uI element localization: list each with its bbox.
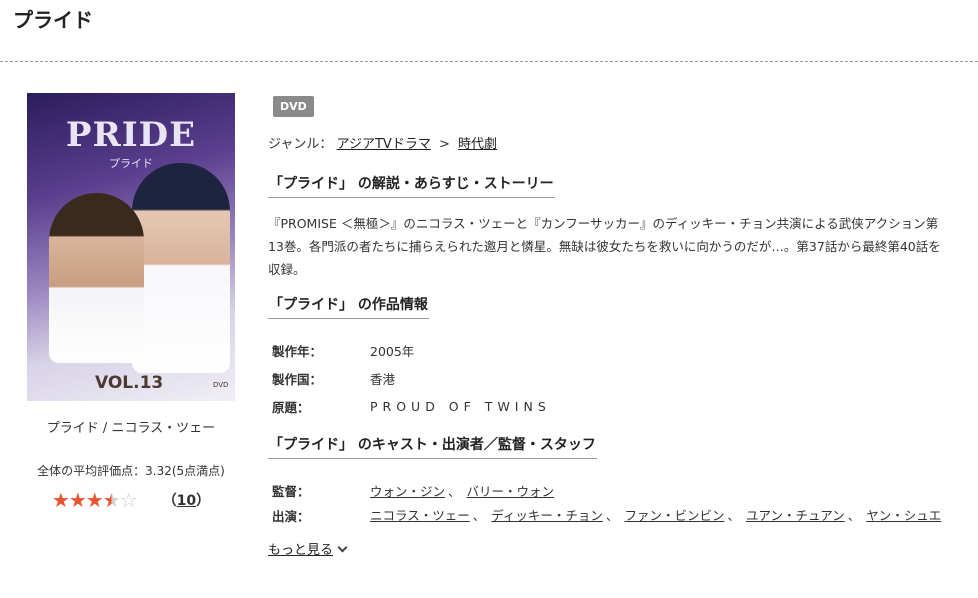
description-text: 『PROMISE ＜無極＞』のニコラス・ツェーと『カンフーサッカー』のディッキー… <box>268 216 941 277</box>
list-separator: 、 <box>847 508 861 523</box>
section-heading-cast: 「プライド」 のキャスト・出演者／監督・スタッフ <box>268 434 597 459</box>
director-link[interactable]: バリー・ウォン <box>467 484 555 499</box>
cast-label: 出演： <box>272 508 310 524</box>
page-title: プライド <box>13 8 93 32</box>
staff-table: 監督： ウォン・ジン、バリー・ウォン 出演： ニコラス・ツェー、ディッキー・チョ… <box>268 477 958 527</box>
list-separator: 、 <box>605 508 619 523</box>
info-original-label: 原題： <box>272 399 310 415</box>
genre-link-period-drama[interactable]: 時代劇 <box>458 137 497 152</box>
star-half-icon: ★ <box>102 488 121 512</box>
info-table: 製作年： 2005年 製作国： 香港 原題： PROUD OF TWINS <box>268 336 551 420</box>
cover-dvd-mark: DVD <box>213 381 229 389</box>
cast-link[interactable]: ユアン・チュアン <box>746 508 845 523</box>
review-count[interactable]: （10） <box>163 490 210 510</box>
cover-figure-left <box>49 193 144 363</box>
header-divider <box>0 61 978 62</box>
director-list: ウォン・ジン、バリー・ウォン <box>370 477 958 503</box>
product-sidebar: PRIDE プライド VOL.13 DVD プライド / ニコラス・ツェー 全体… <box>27 93 235 512</box>
rating-row: ★★★★☆ （10） <box>27 488 235 512</box>
genre-arrow: > <box>438 137 450 152</box>
list-separator: 、 <box>727 508 740 523</box>
rating-stars: ★★★★☆ <box>51 488 138 512</box>
director-link[interactable]: ウォン・ジン <box>370 484 445 499</box>
star-full-icon: ★ <box>51 488 70 512</box>
cover-figure-right <box>132 163 230 373</box>
staff-row-cast: 出演： ニコラス・ツェー、ディッキー・チョン、ファン・ビンビン、ユアン・チュアン… <box>268 503 958 527</box>
chevron-down-icon <box>337 542 348 553</box>
genre-link-asian-tv-drama[interactable]: アジアTVドラマ <box>337 137 431 152</box>
cover-logo: PRIDE <box>65 115 197 155</box>
genre-breadcrumb: ジャンル： アジアTVドラマ > 時代劇 <box>268 133 958 152</box>
cast-link[interactable]: ファン・ビンビン <box>624 508 724 523</box>
info-original-value: PROUD OF TWINS <box>370 398 551 414</box>
product-details: DVD ジャンル： アジアTVドラマ > 時代劇 「プライド」 の解説・あらすじ… <box>268 96 958 558</box>
info-row-year: 製作年： 2005年 <box>268 336 551 364</box>
average-rating-text: 全体の平均評価点：3.32(5点満点) <box>37 464 225 478</box>
director-label: 監督： <box>272 483 310 499</box>
info-row-country: 製作国： 香港 <box>268 364 551 392</box>
show-more[interactable]: もっと見る <box>268 539 958 558</box>
info-year-label: 製作年： <box>272 343 323 359</box>
cast-link[interactable]: ヤン・シュエ <box>866 508 941 523</box>
star-full-icon: ★ <box>68 488 87 512</box>
staff-row-director: 監督： ウォン・ジン、バリー・ウォン <box>268 477 958 503</box>
cast-list: ニコラス・ツェー、ディッキー・チョン、ファン・ビンビン、ユアン・チュアン、ヤン・… <box>370 503 958 527</box>
cast-link[interactable]: ニコラス・ツェー <box>370 508 470 523</box>
review-count-link[interactable]: 10 <box>177 493 196 509</box>
section-heading-story: 「プライド」 の解説・あらすじ・ストーリー <box>268 173 555 198</box>
info-row-original-title: 原題： PROUD OF TWINS <box>268 392 551 420</box>
list-separator: 、 <box>472 508 486 523</box>
cover-volume: VOL.13 <box>95 373 164 393</box>
list-separator: 、 <box>448 483 461 499</box>
genre-label: ジャンル： <box>268 137 333 152</box>
dvd-badge: DVD <box>273 96 314 117</box>
star-full-icon: ★ <box>85 488 104 512</box>
show-more-link[interactable]: もっと見る <box>268 543 333 558</box>
section-heading-info: 「プライド」 の作品情報 <box>268 294 429 319</box>
info-country-value: 香港 <box>370 371 396 387</box>
info-country-label: 製作国： <box>272 371 323 387</box>
cast-link[interactable]: ディッキー・チョン <box>491 508 603 523</box>
info-year-value: 2005年 <box>370 343 415 359</box>
dvd-cover-image[interactable]: PRIDE プライド VOL.13 DVD <box>27 93 235 401</box>
cover-caption: プライド / ニコラス・ツェー <box>46 421 216 436</box>
star-empty-icon: ☆ <box>119 488 138 512</box>
